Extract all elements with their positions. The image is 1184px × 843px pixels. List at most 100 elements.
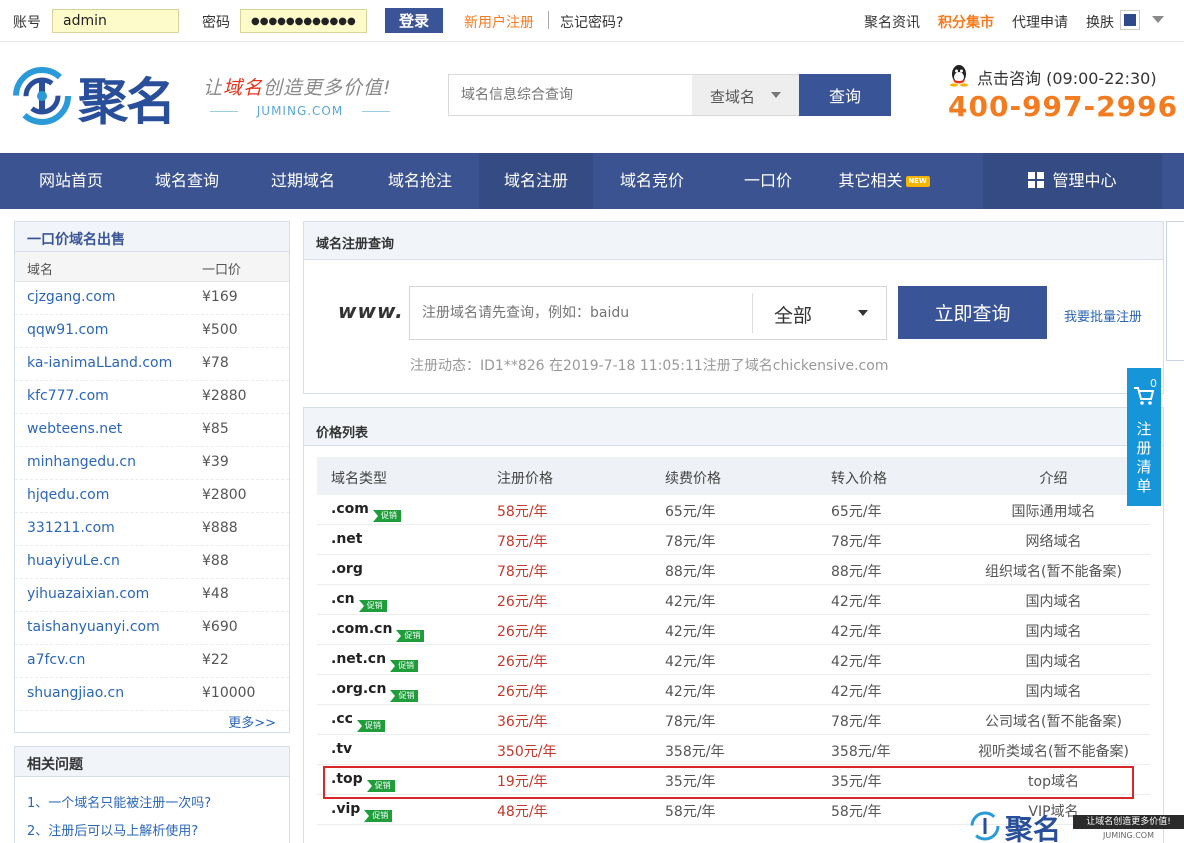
cart-label: 注册清单	[1136, 420, 1152, 495]
domain-link[interactable]: huayiyuLe.cn	[27, 553, 120, 569]
domain-list-item[interactable]: shuangjiao.cn ¥10000	[15, 678, 289, 711]
domain-link[interactable]: qqw91.com	[27, 322, 108, 338]
management-center-button[interactable]: 管理中心	[983, 153, 1162, 209]
login-button[interactable]: 登录	[385, 8, 443, 33]
register-price: 48元/年	[497, 804, 548, 820]
batch-register-link[interactable]: 我要批量注册	[1064, 306, 1142, 325]
domain-link[interactable]: kfc777.com	[27, 388, 109, 404]
points-market-link[interactable]: 积分集市	[938, 12, 994, 32]
domain-price: ¥85	[202, 421, 229, 437]
domain-type-label: .tv	[331, 741, 353, 757]
header-search-button[interactable]: 查询	[799, 74, 891, 116]
price-table-row: .com.cn 促销 26元/年 42元/年 42元/年 国内域名	[317, 615, 1150, 645]
skin-color-swatch[interactable]	[1120, 10, 1140, 30]
domain-type-label: .cc	[331, 711, 353, 727]
chevron-down-icon[interactable]	[858, 310, 868, 316]
register-price: 78元/年	[497, 564, 548, 580]
domain-link[interactable]: a7fcv.cn	[27, 652, 85, 668]
domain-link[interactable]: shuangjiao.cn	[27, 685, 124, 701]
transfer-price: 42元/年	[831, 654, 882, 670]
faq-link[interactable]: 1、一个域名只能被注册一次吗?	[27, 792, 211, 811]
domain-list-item[interactable]: taishanyuanyi.com ¥690	[15, 612, 289, 645]
nav-item-home[interactable]: 网站首页	[14, 153, 128, 209]
header-search-type-select[interactable]: 查域名	[692, 75, 799, 115]
chevron-down-icon[interactable]	[1152, 16, 1164, 23]
domain-intro: 国内域名	[1025, 594, 1082, 610]
domain-list-item[interactable]: qqw91.com ¥500	[15, 315, 289, 348]
transfer-price: 78元/年	[831, 714, 882, 730]
domain-price: ¥500	[202, 322, 238, 338]
register-link[interactable]: 新用户注册	[464, 12, 534, 32]
domain-link[interactable]: webteens.net	[27, 421, 122, 437]
domain-link[interactable]: hjqedu.com	[27, 487, 109, 503]
transfer-price: 42元/年	[831, 684, 882, 700]
domain-intro: 公司域名(暂不能备案)	[985, 714, 1122, 730]
renew-price: 88元/年	[665, 564, 716, 580]
domain-list-item[interactable]: huayiyuLe.cn ¥88	[15, 546, 289, 579]
online-consult-link[interactable]: 点击咨询 (09:00-22:30)	[977, 65, 1157, 89]
nav-item-domain-snatch[interactable]: 域名抢注	[363, 153, 477, 209]
logo-text[interactable]: 聚名	[78, 62, 176, 134]
header-search-input[interactable]	[449, 75, 692, 115]
domain-type: .com.cn 促销	[331, 621, 425, 642]
register-price: 26元/年	[497, 654, 548, 670]
transfer-price: 65元/年	[831, 504, 882, 520]
domain-intro: 网络域名	[1025, 534, 1082, 550]
price-table-row: .net 78元/年 78元/年 78元/年 网络域名	[317, 525, 1150, 555]
domain-link[interactable]: yihuazaixian.com	[27, 586, 149, 602]
domain-list-item[interactable]: webteens.net ¥85	[15, 414, 289, 447]
domain-link[interactable]: cjzgang.com	[27, 289, 116, 305]
logo-icon[interactable]	[13, 67, 71, 125]
agent-apply-link[interactable]: 代理申请	[1012, 12, 1068, 32]
domain-type-label: .com	[331, 501, 369, 517]
faq-link[interactable]: 2、注册后可以马上解析使用?	[27, 820, 198, 839]
domain-link[interactable]: 331211.com	[27, 520, 115, 536]
domain-type-label: .org.cn	[331, 681, 387, 697]
domain-list-item[interactable]: a7fcv.cn ¥22	[15, 645, 289, 678]
account-label: 账号	[13, 15, 41, 31]
domain-list-item[interactable]: ka-ianimaLLand.com ¥78	[15, 348, 289, 381]
register-cart-button[interactable]: 0 注册清单	[1127, 368, 1161, 506]
register-price: 26元/年	[497, 624, 548, 640]
query-now-button[interactable]: 立即查询	[898, 286, 1047, 339]
domain-list-item[interactable]: yihuazaixian.com ¥48	[15, 579, 289, 612]
domain-list-item[interactable]: 331211.com ¥888	[15, 513, 289, 546]
more-link[interactable]: 更多>>	[228, 712, 276, 731]
logo-icon	[970, 811, 1000, 841]
nav-item-expired-domains[interactable]: 过期域名	[246, 153, 360, 209]
renew-price: 42元/年	[665, 684, 716, 700]
nav-item-domain-query[interactable]: 域名查询	[130, 153, 244, 209]
domain-price: ¥2800	[202, 487, 247, 503]
domain-list-item[interactable]: kfc777.com ¥2880	[15, 381, 289, 414]
fixed-price-list: cjzgang.com ¥169 qqw91.com ¥500 ka-ianimaLLa…	[15, 282, 289, 711]
nav-item-other[interactable]: 其它相关 NEW	[827, 153, 941, 209]
slogan: 让域名创造更多价值!	[203, 73, 392, 100]
domain-type: .cc 促销	[331, 711, 385, 732]
domain-price: ¥2880	[202, 388, 247, 404]
watermark-slogan: 让域名创造更多价值!	[1073, 815, 1184, 829]
fixed-price-domain-box: 一口价域名出售 域名 一口价 cjzgang.com ¥169 qqw91.com ¥…	[14, 221, 290, 733]
nav-item-domain-auction[interactable]: 域名竞价	[595, 153, 709, 209]
domain-type: .org	[331, 561, 363, 577]
account-input[interactable]	[52, 9, 179, 33]
domain-intro: 国内域名	[1025, 684, 1082, 700]
forgot-password-link[interactable]: 忘记密码?	[560, 12, 623, 32]
nav-item-domain-register[interactable]: 域名注册	[479, 153, 593, 209]
domain-list-item[interactable]: cjzgang.com ¥169	[15, 282, 289, 315]
qq-icon[interactable]	[948, 63, 970, 87]
suffix-select[interactable]: 全部	[774, 301, 812, 328]
domain-link[interactable]: minhangedu.cn	[27, 454, 136, 470]
news-link[interactable]: 聚名资讯	[864, 12, 920, 32]
nav-item-fixed-price[interactable]: 一口价	[711, 153, 825, 209]
register-price: 26元/年	[497, 684, 548, 700]
domain-list-item[interactable]: hjqedu.com ¥2800	[15, 480, 289, 513]
domain-type-label: .net	[331, 531, 363, 547]
domain-link[interactable]: ka-ianimaLLand.com	[27, 355, 172, 371]
domain-list-item[interactable]: minhangedu.cn ¥39	[15, 447, 289, 480]
password-input[interactable]	[240, 9, 367, 33]
domain-link[interactable]: taishanyuanyi.com	[27, 619, 160, 635]
register-domain-input[interactable]	[410, 287, 752, 339]
price-table-row: .tv 350元/年 358元/年 358元/年 视听类域名(暂不能备案)	[317, 735, 1150, 765]
side-service-card[interactable]	[1166, 221, 1184, 361]
renew-price: 78元/年	[665, 534, 716, 550]
